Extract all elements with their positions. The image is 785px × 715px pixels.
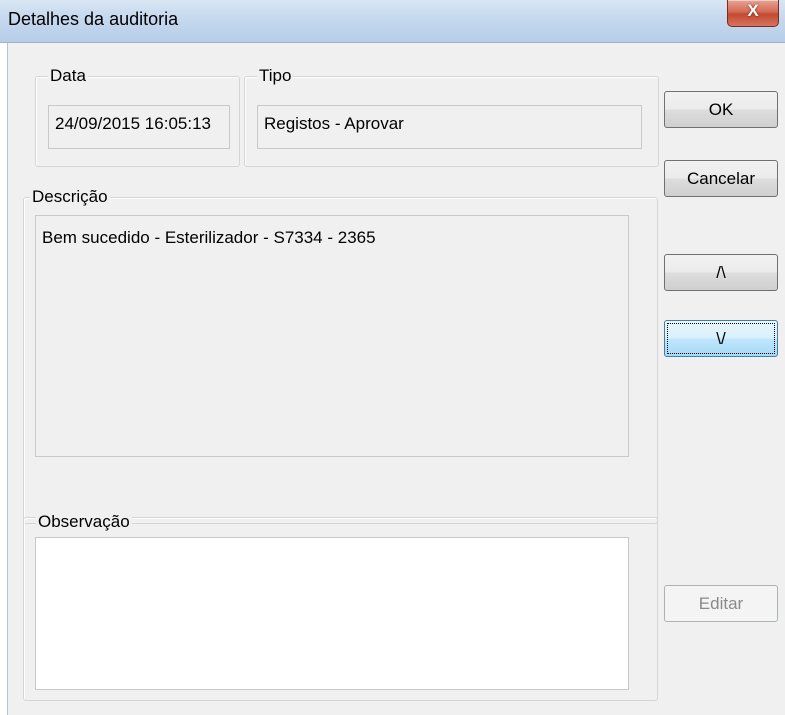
dialog-body: Data 24/09/2015 16:05:13 Tipo Registos -… — [7, 43, 785, 715]
description-field: Bem sucedido - Esterilizador - S7334 - 2… — [35, 215, 629, 457]
description-group: Descrição Bem sucedido - Esterilizador -… — [23, 187, 658, 524]
ok-button[interactable]: OK — [664, 91, 778, 128]
edit-button[interactable]: Editar — [664, 585, 778, 622]
title-bar[interactable]: Detalhes da auditoria X — [0, 0, 785, 43]
type-field: Registos - Aprovar — [257, 105, 642, 149]
focus-ring — [667, 323, 775, 354]
type-group: Tipo Registos - Aprovar — [244, 66, 659, 167]
observation-textarea[interactable] — [35, 537, 629, 690]
type-label: Tipo — [257, 66, 294, 86]
audit-details-dialog: Detalhes da auditoria X Data 24/09/2015 … — [0, 0, 785, 715]
date-group: Data 24/09/2015 16:05:13 — [35, 66, 240, 167]
date-label: Data — [48, 66, 88, 86]
observation-group: Observação — [23, 512, 658, 701]
observation-label: Observação — [36, 512, 132, 532]
cancel-button[interactable]: Cancelar — [664, 160, 778, 197]
up-arrow-icon: /\ — [716, 263, 726, 282]
window-title: Detalhes da auditoria — [8, 9, 179, 29]
move-up-button[interactable]: /\ — [664, 254, 778, 291]
move-down-button[interactable]: \/ — [664, 320, 778, 357]
close-button[interactable]: X — [727, 0, 779, 27]
close-icon: X — [747, 1, 759, 20]
date-field: 24/09/2015 16:05:13 — [48, 105, 230, 149]
description-label: Descrição — [30, 187, 110, 207]
